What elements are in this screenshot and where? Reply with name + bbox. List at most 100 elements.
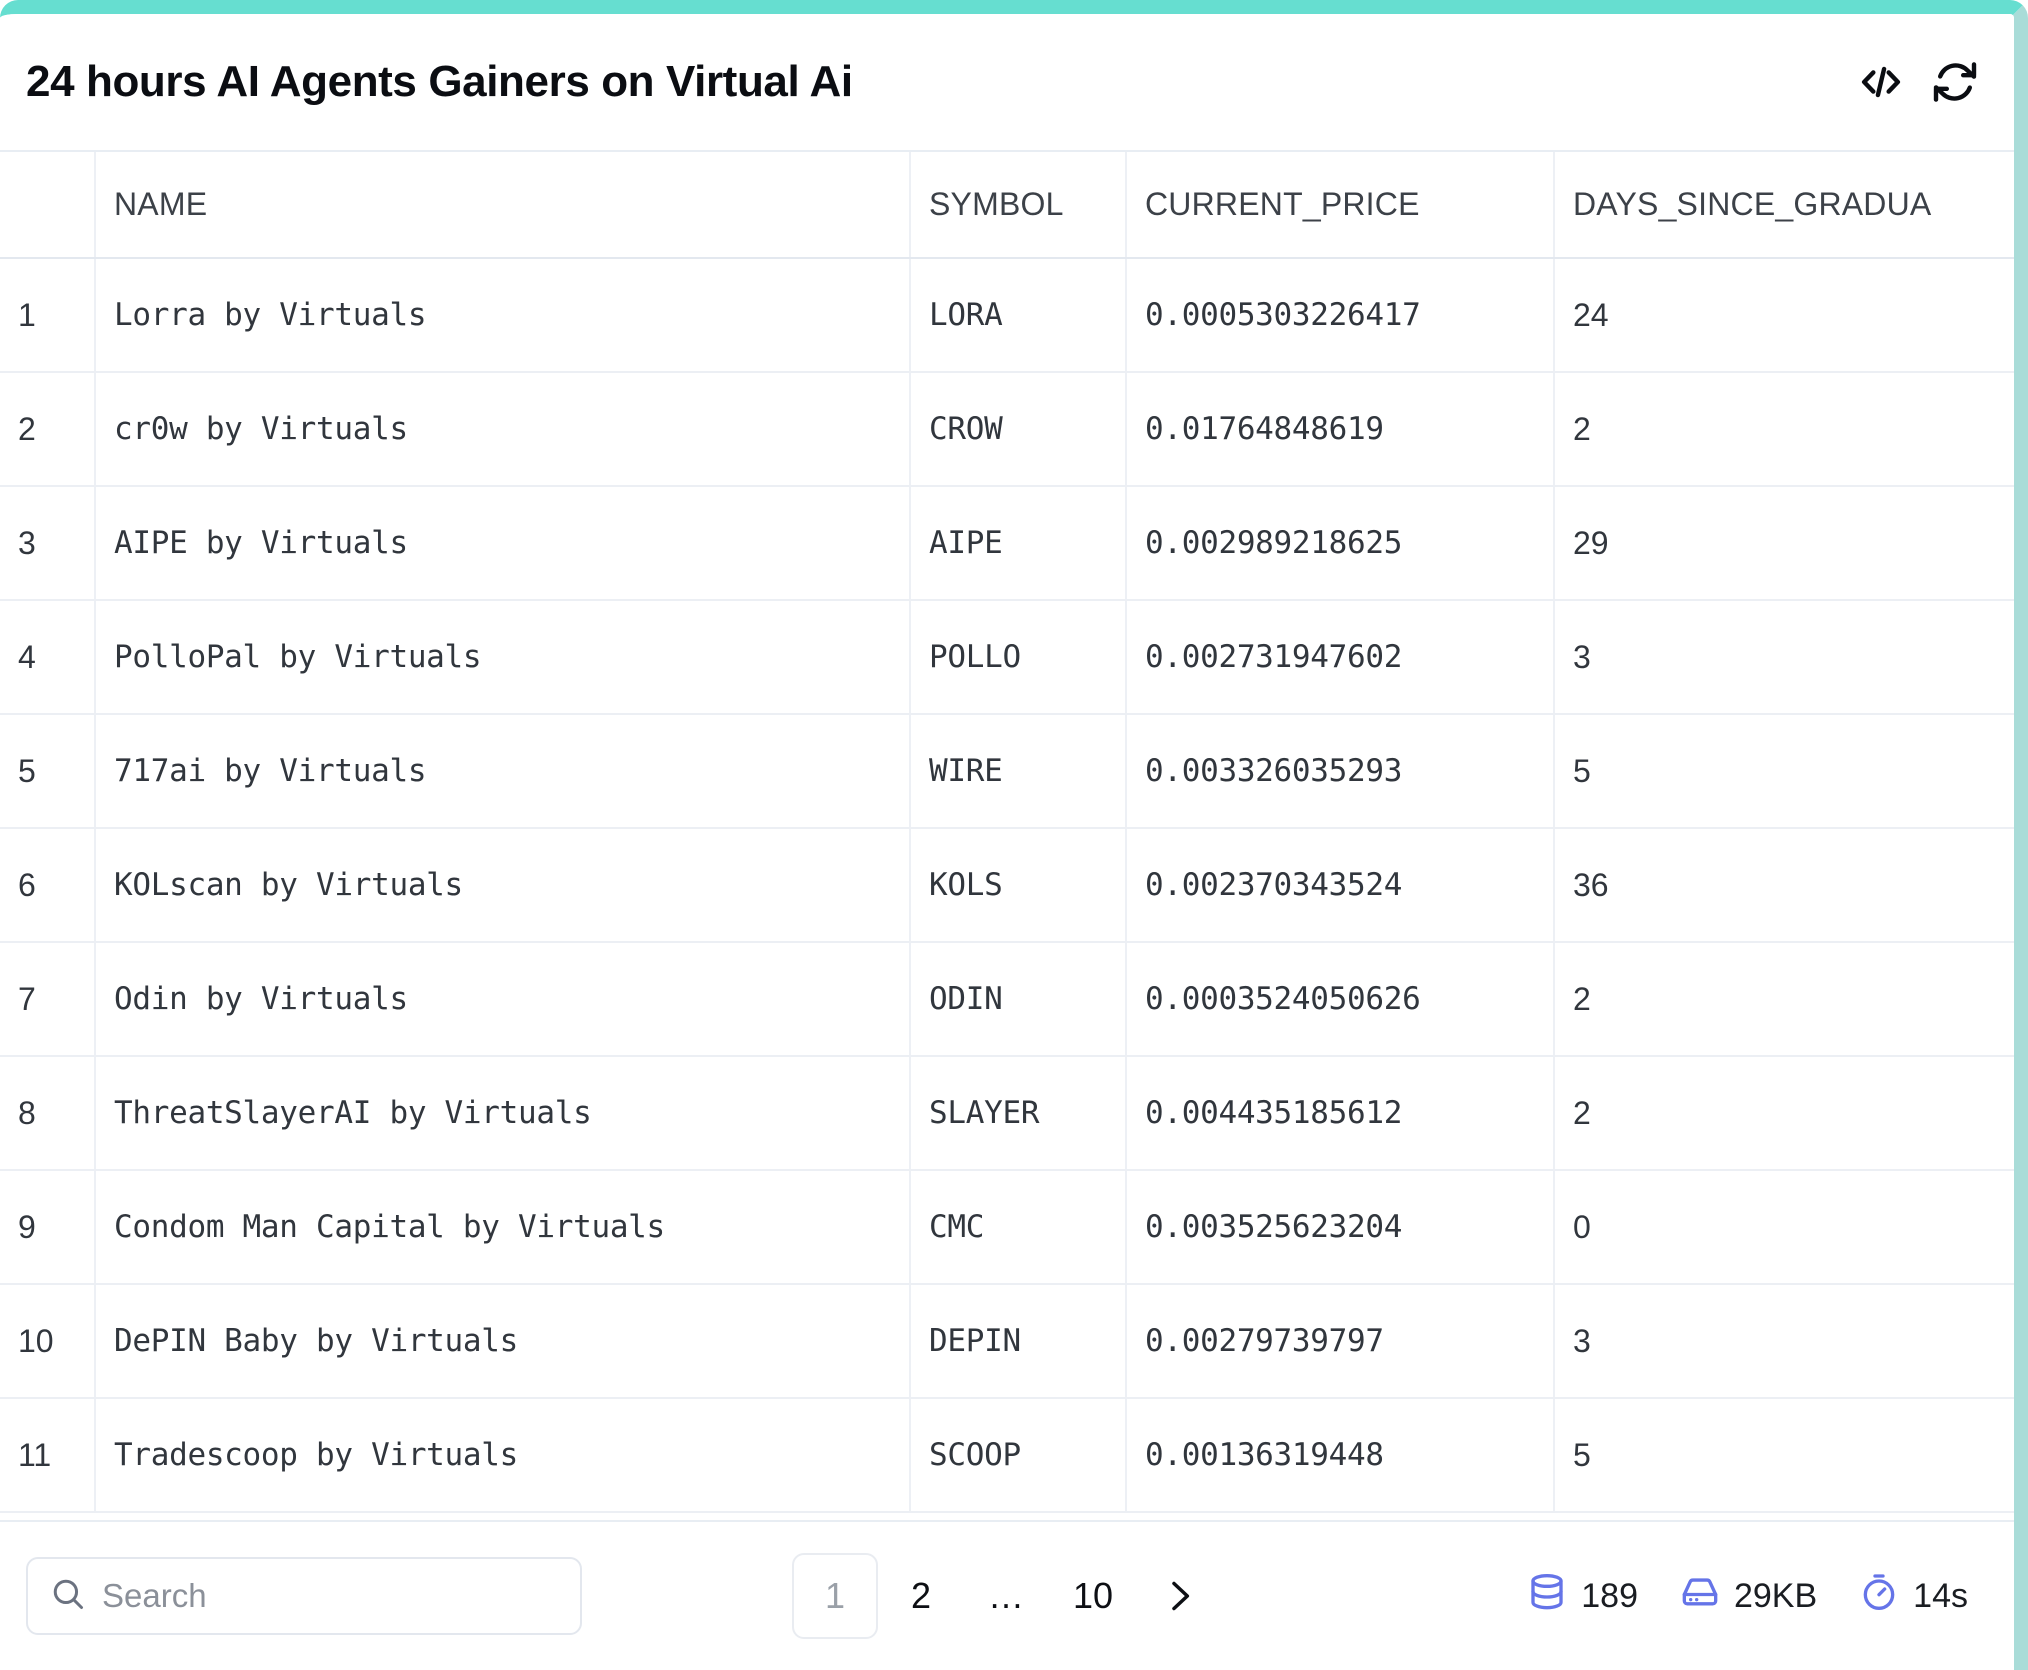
table-row[interactable]: 7Odin by VirtualsODIN0.00035240506262: [0, 942, 2014, 1056]
code-icon[interactable]: [1856, 57, 1906, 107]
cell-symbol: LORA: [910, 258, 1126, 372]
cell-index: 2: [0, 372, 95, 486]
column-header-index: [0, 152, 95, 258]
cell-days-since-graduation: 24: [1554, 258, 2014, 372]
cell-symbol: POLLO: [910, 600, 1126, 714]
cell-name: PolloPal by Virtuals: [95, 600, 910, 714]
cell-symbol: ODIN: [910, 942, 1126, 1056]
cell-current-price: 0.0003524050626: [1126, 942, 1554, 1056]
cell-days-since-graduation: 36: [1554, 828, 2014, 942]
table-row[interactable]: 4PolloPal by VirtualsPOLLO0.002731947602…: [0, 600, 2014, 714]
database-icon: [1527, 1572, 1567, 1621]
table-row[interactable]: 8ThreatSlayerAI by VirtualsSLAYER0.00443…: [0, 1056, 2014, 1170]
cell-symbol: SLAYER: [910, 1056, 1126, 1170]
cell-name: DePIN Baby by Virtuals: [95, 1284, 910, 1398]
table-body: 1Lorra by VirtualsLORA0.0005303226417242…: [0, 258, 2014, 1512]
column-header-symbol[interactable]: SYMBOL: [910, 152, 1126, 258]
table-header-row: NAME SYMBOL CURRENT_PRICE DAYS_SINCE_GRA…: [0, 152, 2014, 258]
cell-name: 717ai by Virtuals: [95, 714, 910, 828]
timer-icon: [1859, 1572, 1899, 1621]
table-row[interactable]: 1Lorra by VirtualsLORA0.000530322641724: [0, 258, 2014, 372]
cell-symbol: CROW: [910, 372, 1126, 486]
cell-current-price: 0.0005303226417: [1126, 258, 1554, 372]
cell-days-since-graduation: 29: [1554, 486, 2014, 600]
header-actions: [1856, 57, 1980, 107]
cell-name: KOLscan by Virtuals: [95, 828, 910, 942]
table-scroll-area[interactable]: NAME SYMBOL CURRENT_PRICE DAYS_SINCE_GRA…: [0, 152, 2014, 1520]
table-row[interactable]: 6KOLscan by VirtualsKOLS0.00237034352436: [0, 828, 2014, 942]
column-header-current-price[interactable]: CURRENT_PRICE: [1126, 152, 1554, 258]
cell-days-since-graduation: 2: [1554, 372, 2014, 486]
cell-name: ThreatSlayerAI by Virtuals: [95, 1056, 910, 1170]
cell-index: 10: [0, 1284, 95, 1398]
cell-current-price: 0.01764848619: [1126, 372, 1554, 486]
stat-data-size-value: 29KB: [1734, 1577, 1817, 1616]
cell-days-since-graduation: 5: [1554, 714, 2014, 828]
cell-current-price: 0.002731947602: [1126, 600, 1554, 714]
search-box[interactable]: [26, 1557, 582, 1635]
cell-days-since-graduation: 2: [1554, 1056, 2014, 1170]
cell-index: 4: [0, 600, 95, 714]
search-input[interactable]: [102, 1577, 558, 1615]
table-head: NAME SYMBOL CURRENT_PRICE DAYS_SINCE_GRA…: [0, 152, 2014, 258]
cell-current-price: 0.004435185612: [1126, 1056, 1554, 1170]
cell-current-price: 0.003326035293: [1126, 714, 1554, 828]
cell-name: Tradescoop by Virtuals: [95, 1398, 910, 1512]
cell-days-since-graduation: 3: [1554, 1284, 2014, 1398]
results-table: NAME SYMBOL CURRENT_PRICE DAYS_SINCE_GRA…: [0, 152, 2014, 1513]
search-icon: [50, 1576, 86, 1617]
table-row[interactable]: 3AIPE by VirtualsAIPE0.00298921862529: [0, 486, 2014, 600]
refresh-icon[interactable]: [1930, 57, 1980, 107]
cell-index: 1: [0, 258, 95, 372]
cell-index: 8: [0, 1056, 95, 1170]
cell-symbol: AIPE: [910, 486, 1126, 600]
table-row[interactable]: 5717ai by VirtualsWIRE0.0033260352935: [0, 714, 2014, 828]
cell-days-since-graduation: 3: [1554, 600, 2014, 714]
cell-days-since-graduation: 0: [1554, 1170, 2014, 1284]
table-row[interactable]: 10DePIN Baby by VirtualsDEPIN0.002797397…: [0, 1284, 2014, 1398]
column-header-days-since-graduation[interactable]: DAYS_SINCE_GRADUA: [1554, 152, 2014, 258]
cell-days-since-graduation: 2: [1554, 942, 2014, 1056]
card-footer: 1 2 … 10 189: [0, 1520, 2014, 1670]
cell-current-price: 0.00279739797: [1126, 1284, 1554, 1398]
stat-data-size: 29KB: [1680, 1572, 1817, 1621]
table-row[interactable]: 2cr0w by VirtualsCROW0.017648486192: [0, 372, 2014, 486]
pagination-ellipsis: …: [964, 1553, 1050, 1639]
cell-symbol: DEPIN: [910, 1284, 1126, 1398]
results-card: 24 hours AI Agents Gainers on Virtual Ai: [0, 0, 2028, 1670]
cell-index: 11: [0, 1398, 95, 1512]
pagination-page-2[interactable]: 2: [878, 1553, 964, 1639]
cell-days-since-graduation: 5: [1554, 1398, 2014, 1512]
chevron-right-icon[interactable]: [1136, 1553, 1222, 1639]
stat-row-count-value: 189: [1581, 1577, 1638, 1616]
hard-drive-icon: [1680, 1572, 1720, 1621]
query-stats: 189 29KB: [1527, 1572, 1988, 1621]
cell-current-price: 0.002370343524: [1126, 828, 1554, 942]
cell-index: 5: [0, 714, 95, 828]
stat-duration-value: 14s: [1913, 1577, 1968, 1616]
cell-name: Condom Man Capital by Virtuals: [95, 1170, 910, 1284]
stat-row-count: 189: [1527, 1572, 1638, 1621]
cell-current-price: 0.002989218625: [1126, 486, 1554, 600]
cell-current-price: 0.00136319448: [1126, 1398, 1554, 1512]
cell-name: AIPE by Virtuals: [95, 486, 910, 600]
cell-index: 7: [0, 942, 95, 1056]
cell-name: Lorra by Virtuals: [95, 258, 910, 372]
cell-symbol: SCOOP: [910, 1398, 1126, 1512]
cell-name: cr0w by Virtuals: [95, 372, 910, 486]
cell-symbol: CMC: [910, 1170, 1126, 1284]
stat-duration: 14s: [1859, 1572, 1968, 1621]
table-row[interactable]: 11Tradescoop by VirtualsSCOOP0.001363194…: [0, 1398, 2014, 1512]
cell-index: 3: [0, 486, 95, 600]
column-header-name[interactable]: NAME: [95, 152, 910, 258]
pagination: 1 2 … 10: [792, 1553, 1222, 1639]
card-header: 24 hours AI Agents Gainers on Virtual Ai: [0, 14, 2014, 152]
pagination-page-10[interactable]: 10: [1050, 1553, 1136, 1639]
table-row[interactable]: 9Condom Man Capital by VirtualsCMC0.0035…: [0, 1170, 2014, 1284]
pagination-page-1[interactable]: 1: [792, 1553, 878, 1639]
cell-name: Odin by Virtuals: [95, 942, 910, 1056]
cell-symbol: KOLS: [910, 828, 1126, 942]
cell-index: 9: [0, 1170, 95, 1284]
cell-symbol: WIRE: [910, 714, 1126, 828]
cell-index: 6: [0, 828, 95, 942]
